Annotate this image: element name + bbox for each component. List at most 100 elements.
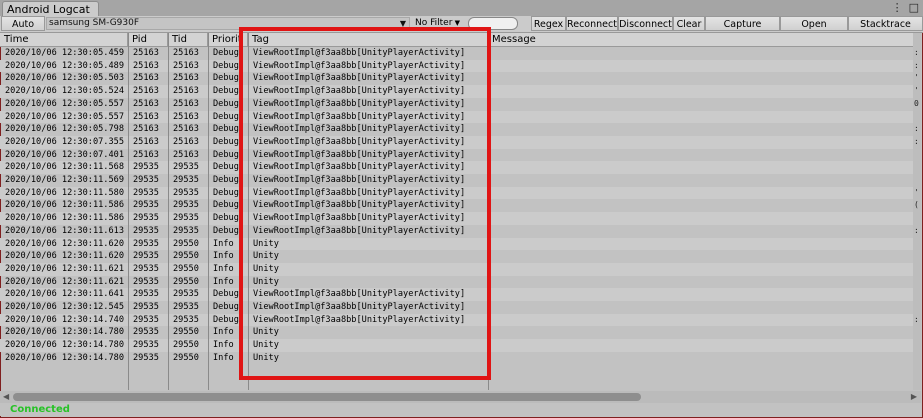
cell-priority: Debug [213, 136, 239, 147]
cell-time: 2020/10/06 12:30:05.557 [5, 98, 124, 109]
cell-time: 2020/10/06 12:30:05.798 [5, 124, 124, 135]
search-input[interactable] [468, 17, 518, 30]
column-header-message[interactable]: Message [488, 33, 913, 46]
cell-time: 2020/10/06 12:30:14.780 [5, 327, 124, 338]
cell-tag: ViewRootImpl@f3aa8bb[UnityPlayerActivity… [253, 73, 466, 84]
cell-tid: 25163 [173, 86, 199, 97]
cell-time: 2020/10/06 12:30:05.524 [5, 86, 124, 97]
cell-tag: Unity [253, 276, 279, 287]
table-row[interactable]: 2020/10/06 12:30:05.503 25163 25163 Debug Vi… [0, 72, 913, 85]
cell-tid: 29535 [173, 175, 199, 185]
cell-tag: ViewRootImpl@f3aa8bb[UnityPlayerActivity… [253, 149, 466, 160]
table-row[interactable]: 2020/10/06 12:30:14.740 29535 29535 Debug Vi… [0, 313, 913, 327]
scroll-left-arrow-icon[interactable]: ◀ [3, 391, 9, 403]
cell-priority: Info [213, 263, 234, 274]
maximize-icon[interactable]: □ [909, 1, 919, 14]
table-row[interactable]: 2020/10/06 12:30:11.621 29535 29550 Info Uni… [0, 262, 913, 276]
cell-priority: Debug [213, 187, 239, 198]
column-header-tag[interactable]: Tag [248, 33, 488, 46]
table-row[interactable]: 2020/10/06 12:30:11.586 29535 29535 Debug Vi… [0, 199, 913, 212]
table-row[interactable]: 2020/10/06 12:30:07.355 25163 25163 Debug Vi… [0, 135, 913, 149]
capture-screen-button[interactable]: Capture Screen [705, 16, 780, 45]
toolbar: Auto Run samsung SM-G930F ▼ No Filter ▼ … [0, 16, 923, 45]
cell-pid: 29535 [133, 200, 159, 211]
cell-tag: ViewRootImpl@f3aa8bb[UnityPlayerActivity… [253, 60, 466, 71]
cell-pid: 25163 [133, 48, 159, 58]
device-dropdown[interactable]: samsung SM-G930F ▼ [46, 17, 410, 30]
table-row[interactable]: 2020/10/06 12:30:12.545 29535 29535 Debug Vi… [0, 301, 913, 314]
disconnect-button[interactable]: Disconnect [618, 16, 673, 31]
cell-tag: ViewRootImpl@f3aa8bb[UnityPlayerActivity… [253, 187, 466, 198]
table-row[interactable]: 2020/10/06 12:30:11.641 29535 29535 Debug Vi… [0, 288, 913, 301]
cell-pid: 29535 [133, 187, 159, 198]
table-row[interactable]: 2020/10/06 12:30:05.524 25163 25163 Debug Vi… [0, 85, 913, 98]
cell-priority: Debug [213, 111, 239, 122]
message-truncated-text: : [914, 136, 919, 146]
column-header-priority[interactable]: Priorit [208, 33, 248, 46]
reconnect-button[interactable]: Reconnect [566, 16, 618, 31]
kebab-menu-icon[interactable]: ⋮ [892, 1, 903, 14]
table-row[interactable]: 2020/10/06 12:30:05.459 25163 25163 Debug Vi… [0, 47, 913, 60]
message-truncated-text: : [914, 48, 919, 57]
open-terminal-button[interactable]: Open Terminal [780, 16, 848, 45]
auto-run-button[interactable]: Auto Run [1, 16, 45, 45]
cell-time: 2020/10/06 12:30:11.620 [5, 238, 124, 249]
table-row[interactable]: 2020/10/06 12:30:14.780 29535 29550 Info Uni… [0, 339, 913, 352]
cell-tag: ViewRootImpl@f3aa8bb[UnityPlayerActivity… [253, 162, 466, 173]
table-header: Time Pid Tid Priorit Tag Message [0, 33, 913, 47]
table-row[interactable]: 2020/10/06 12:30:11.569 29535 29535 Debug Vi… [0, 174, 913, 187]
cell-time: 2020/10/06 12:30:11.621 [5, 276, 124, 287]
scroll-right-arrow-icon[interactable]: ▶ [911, 391, 917, 403]
cell-tid: 25163 [173, 111, 199, 122]
cell-time: 2020/10/06 12:30:11.586 [5, 200, 124, 211]
window-tab[interactable]: Android Logcat [2, 1, 99, 17]
table-row[interactable]: 2020/10/06 12:30:11.620 29535 29550 Info Uni… [0, 237, 913, 251]
table-row[interactable]: 2020/10/06 12:30:11.568 29535 29535 Debug Vi… [0, 161, 913, 174]
table-row[interactable]: 2020/10/06 12:30:05.557 25163 25163 Debug Vi… [0, 110, 913, 124]
table-row[interactable]: 2020/10/06 12:30:11.620 29535 29550 Info Uni… [0, 250, 913, 263]
cell-time: 2020/10/06 12:30:07.401 [5, 149, 124, 160]
cell-pid: 29535 [133, 225, 159, 236]
table-row[interactable]: 2020/10/06 12:30:14.780 29535 29550 Info Uni… [0, 326, 913, 339]
horizontal-scrollbar[interactable]: ◀ ▶ [0, 391, 921, 403]
table-row[interactable]: 2020/10/06 12:30:07.401 25163 25163 Debug Vi… [0, 149, 913, 162]
cell-pid: 25163 [133, 86, 159, 97]
window-controls: ⋮ □ [886, 1, 919, 15]
column-header-time[interactable]: Time [0, 33, 128, 46]
cell-priority: Debug [213, 302, 239, 312]
table-row[interactable]: 2020/10/06 12:30:05.489 25163 25163 Debug Vi… [0, 59, 913, 73]
cell-tid: 29550 [173, 352, 199, 363]
cell-tid: 29535 [173, 302, 199, 312]
filter-dropdown[interactable]: No Filter ▼ [415, 17, 465, 30]
table-row[interactable]: 2020/10/06 12:30:05.557 25163 25163 Debug Vi… [0, 98, 913, 111]
cell-priority: Debug [213, 60, 239, 71]
filter-label: No Filter [415, 18, 453, 28]
column-header-pid[interactable]: Pid [128, 33, 168, 46]
cell-tag: ViewRootImpl@f3aa8bb[UnityPlayerActivity… [253, 213, 466, 224]
table-row[interactable]: 2020/10/06 12:30:14.780 29535 29550 Info Uni… [0, 352, 913, 365]
table-row[interactable]: 2020/10/06 12:30:11.586 29535 29535 Debug Vi… [0, 212, 913, 225]
cell-time: 2020/10/06 12:30:14.740 [5, 314, 124, 325]
cell-tag: ViewRootImpl@f3aa8bb[UnityPlayerActivity… [253, 124, 466, 135]
cell-priority: Debug [213, 162, 239, 173]
cell-pid: 29535 [133, 340, 159, 351]
regex-button[interactable]: Regex [531, 16, 566, 31]
clear-button[interactable]: Clear [673, 16, 705, 31]
column-header-tid[interactable]: Tid [168, 33, 208, 46]
cell-time: 2020/10/06 12:30:11.568 [5, 162, 124, 173]
cell-priority: Debug [213, 149, 239, 160]
table-row[interactable]: 2020/10/06 12:30:05.798 25163 25163 Debug Vi… [0, 123, 913, 136]
cell-time: 2020/10/06 12:30:05.557 [5, 111, 124, 122]
cell-pid: 25163 [133, 124, 159, 135]
stacktrace-utility-button[interactable]: Stacktrace Utility [848, 16, 923, 45]
cell-time: 2020/10/06 12:30:11.641 [5, 289, 124, 300]
horizontal-scrollbar-thumb[interactable] [13, 393, 641, 401]
cell-pid: 29535 [133, 213, 159, 224]
cell-tid: 29535 [173, 200, 199, 211]
message-truncated-text: : [914, 225, 919, 235]
table-row[interactable]: 2020/10/06 12:30:11.621 29535 29550 Info Uni… [0, 276, 913, 289]
cell-tag: ViewRootImpl@f3aa8bb[UnityPlayerActivity… [253, 86, 466, 97]
cell-time: 2020/10/06 12:30:05.503 [5, 73, 124, 84]
table-row[interactable]: 2020/10/06 12:30:11.580 29535 29535 Debug Vi… [0, 186, 913, 200]
table-row[interactable]: 2020/10/06 12:30:11.613 29535 29535 Debug Vi… [0, 225, 913, 238]
